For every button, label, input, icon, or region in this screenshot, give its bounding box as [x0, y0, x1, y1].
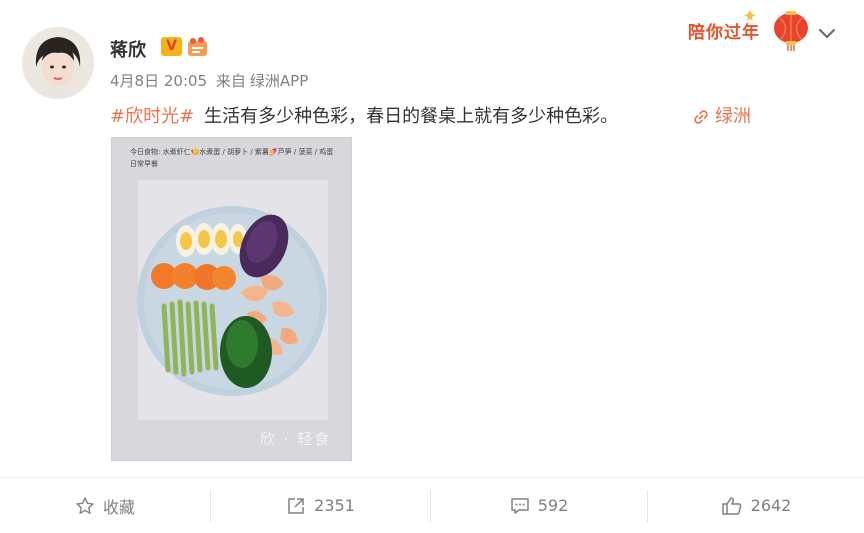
post-meta: 4月8日 20:05 来自 绿洲APP	[110, 70, 312, 91]
verified-badge-icon: V	[161, 37, 182, 56]
fan-badge-icon	[188, 37, 207, 56]
post-time[interactable]: 4月8日 20:05	[110, 72, 207, 90]
comment-button[interactable]: 592	[431, 478, 647, 533]
post-image[interactable]: 今日食物: 水煮虾仁🍤水煮蛋 / 胡萝卜 / 紫薯🍠芦笋 / 菠菜 / 鸡蛋 日…	[111, 137, 352, 461]
avatar[interactable]	[22, 27, 94, 99]
link-icon	[694, 110, 708, 124]
festival-badge-text: 陪你过年	[688, 23, 760, 43]
comment-icon	[510, 497, 529, 514]
thumbs-up-icon	[721, 496, 741, 515]
avatar-image	[22, 27, 94, 99]
hashtag-link[interactable]: #欣时光#	[110, 106, 194, 127]
photo-signature: 欣 · 轻食	[260, 430, 332, 448]
favorite-label: 收藏	[102, 497, 135, 517]
star-icon	[76, 496, 94, 514]
source-prefix: 来自	[215, 72, 246, 90]
author-name[interactable]: 蒋欣	[110, 36, 146, 62]
repost-button[interactable]: 2351	[211, 478, 430, 533]
location-link[interactable]: 绿洲	[693, 102, 751, 128]
like-count: 2642	[750, 496, 792, 515]
repost-count: 2351	[314, 496, 355, 515]
post-text: #欣时光# 生活有多少种色彩，春日的餐桌上就有多少种色彩。	[110, 102, 618, 128]
comment-count: 592	[537, 496, 569, 515]
favorite-button[interactable]: 收藏	[0, 478, 210, 533]
location-label: 绿洲	[715, 106, 751, 127]
source-app-link[interactable]: 绿洲APP	[250, 72, 308, 90]
food-plate-image	[137, 180, 328, 420]
festival-badge: 陪你过年	[688, 6, 814, 52]
chevron-down-icon[interactable]	[817, 26, 837, 42]
post-body: 生活有多少种色彩，春日的餐桌上就有多少种色彩。	[204, 106, 619, 127]
repost-icon	[288, 497, 304, 514]
like-button[interactable]: 2642	[648, 478, 864, 533]
